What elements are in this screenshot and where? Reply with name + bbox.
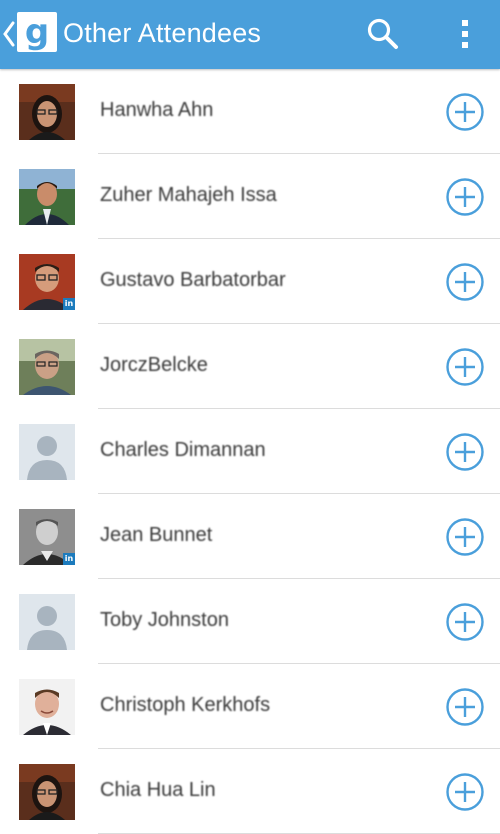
avatar[interactable]: in bbox=[19, 509, 75, 565]
attendee-row[interactable]: Hanwha Ahn bbox=[0, 69, 500, 154]
add-contact-plus-icon[interactable] bbox=[445, 177, 485, 217]
attendee-name[interactable]: Charles Dimannan bbox=[100, 439, 266, 462]
overflow-menu-icon[interactable] bbox=[458, 17, 472, 51]
attendee-name[interactable]: Chia Hua Lin bbox=[100, 779, 216, 802]
add-contact-plus-icon[interactable] bbox=[445, 602, 485, 642]
add-contact-plus-icon[interactable] bbox=[445, 432, 485, 472]
attendee-list: Hanwha Ahn Zuher Mahajeh Issa in Gustavo Ba… bbox=[0, 69, 500, 834]
add-contact-plus-icon[interactable] bbox=[445, 347, 485, 387]
attendee-row[interactable]: JorczBelcke bbox=[0, 324, 500, 409]
linkedin-badge-icon: in bbox=[63, 298, 75, 310]
add-contact-plus-icon[interactable] bbox=[445, 92, 485, 132]
avatar[interactable] bbox=[19, 339, 75, 395]
attendee-name[interactable]: Hanwha Ahn bbox=[100, 99, 213, 122]
attendee-row[interactable]: Toby Johnston bbox=[0, 579, 500, 664]
attendee-row[interactable]: Christoph Kerkhofs bbox=[0, 664, 500, 749]
avatar[interactable] bbox=[19, 764, 75, 820]
avatar[interactable] bbox=[19, 169, 75, 225]
attendee-row[interactable]: Zuher Mahajeh Issa bbox=[0, 154, 500, 239]
add-contact-plus-icon[interactable] bbox=[445, 262, 485, 302]
attendee-name[interactable]: Gustavo Barbatorbar bbox=[100, 269, 286, 292]
page-title: Other Attendees bbox=[63, 18, 262, 48]
attendee-row[interactable]: in Gustavo Barbatorbar bbox=[0, 239, 500, 324]
add-contact-plus-icon[interactable] bbox=[445, 517, 485, 557]
attendee-row[interactable]: in Jean Bunnet bbox=[0, 494, 500, 579]
attendee-name[interactable]: Toby Johnston bbox=[100, 609, 229, 632]
attendee-name[interactable]: Jean Bunnet bbox=[100, 524, 212, 547]
add-contact-plus-icon[interactable] bbox=[445, 772, 485, 812]
linkedin-badge-icon: in bbox=[63, 553, 75, 565]
attendee-name[interactable]: Christoph Kerkhofs bbox=[100, 694, 270, 717]
search-icon[interactable] bbox=[366, 17, 400, 51]
avatar-placeholder-icon[interactable] bbox=[19, 594, 75, 650]
attendee-row[interactable]: Charles Dimannan bbox=[0, 409, 500, 494]
app-logo[interactable]: g bbox=[17, 12, 57, 52]
avatar[interactable]: in bbox=[19, 254, 75, 310]
attendee-row[interactable]: Chia Hua Lin bbox=[0, 749, 500, 834]
attendee-name[interactable]: JorczBelcke bbox=[100, 354, 208, 377]
add-contact-plus-icon[interactable] bbox=[445, 687, 485, 727]
app-bar: g Other Attendees bbox=[0, 0, 500, 69]
avatar[interactable] bbox=[19, 84, 75, 140]
avatar-placeholder-icon[interactable] bbox=[19, 424, 75, 480]
avatar[interactable] bbox=[19, 679, 75, 735]
attendee-name[interactable]: Zuher Mahajeh Issa bbox=[100, 184, 277, 207]
back-chevron-icon[interactable] bbox=[2, 20, 16, 48]
